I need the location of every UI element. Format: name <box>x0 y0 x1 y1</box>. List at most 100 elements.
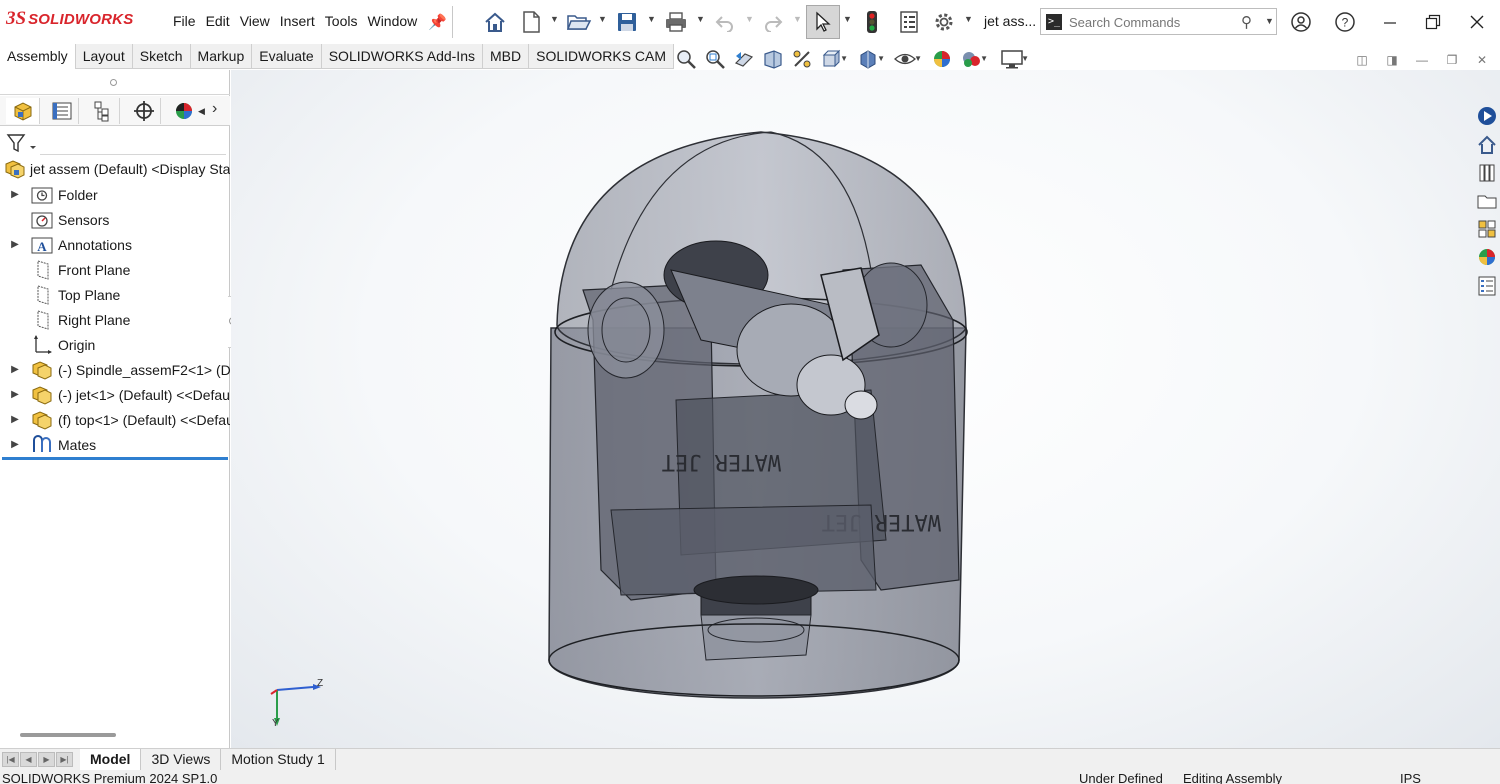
configuration-manager-tab-icon[interactable] <box>86 98 120 124</box>
hide-show-items-icon[interactable]: ▼ <box>891 46 922 72</box>
close-window-icon[interactable] <box>1462 8 1492 36</box>
home-icon[interactable] <box>481 8 509 36</box>
search-icon[interactable]: ⚲ <box>1241 13 1252 31</box>
tree-item-right-plane[interactable]: Right Plane <box>0 307 230 332</box>
assembly-model-render[interactable]: WATER JET WATER JET <box>231 70 1500 748</box>
display-style-icon[interactable]: ▼ <box>854 46 885 72</box>
expand-arrow-icon[interactable]: ▶ <box>0 389 30 400</box>
file-properties-icon[interactable] <box>895 8 923 36</box>
tabs-scroll-left-icon[interactable]: ◀ <box>198 106 205 117</box>
menu-view[interactable]: View <box>235 13 275 29</box>
tab-3d-views[interactable]: 3D Views <box>141 749 222 770</box>
tree-item-folder[interactable]: ▶ Folder <box>0 182 230 207</box>
search-commands-box[interactable]: >_ ⚲ ▼ <box>1040 8 1277 35</box>
expand-arrow-icon[interactable]: ▶ <box>0 364 30 375</box>
menu-tools[interactable]: Tools <box>320 13 363 29</box>
zoom-to-fit-icon[interactable] <box>672 46 699 72</box>
tab-sketch[interactable]: Sketch <box>133 44 191 69</box>
section-view-icon[interactable] <box>759 46 786 72</box>
task-pane-home-icon[interactable] <box>1475 133 1499 157</box>
tab-markup[interactable]: Markup <box>191 44 253 69</box>
viewport-close-icon[interactable]: ✕ <box>1470 50 1494 70</box>
tab-model[interactable]: Model <box>80 749 142 770</box>
tree-item-mates[interactable]: ▶ Mates <box>0 432 230 457</box>
display-manager-tab-icon[interactable] <box>167 98 201 124</box>
view-settings-monitor-icon[interactable]: ▼ <box>998 46 1029 72</box>
tree-item-annotations[interactable]: ▶ A Annotations <box>0 232 230 257</box>
minimize-window-icon[interactable] <box>1375 8 1405 36</box>
view-palette-icon[interactable] <box>1475 217 1499 241</box>
help-icon[interactable]: ? <box>1330 8 1360 36</box>
tab-motion-study-1[interactable]: Motion Study 1 <box>221 749 336 770</box>
menu-insert[interactable]: Insert <box>275 13 320 29</box>
edit-appearance-icon[interactable] <box>928 46 955 72</box>
tree-item-front-plane[interactable]: Front Plane <box>0 257 230 282</box>
last-tab-icon[interactable]: ▶| <box>56 752 73 767</box>
tree-item-top[interactable]: ▶ (f) top<1> (Default) <<Default> <box>0 407 230 432</box>
view-orientation-icon[interactable]: ▼ <box>817 46 848 72</box>
feature-manager-tab-icon[interactable] <box>6 98 40 124</box>
new-dropdown-icon[interactable]: ▼ <box>550 14 559 24</box>
property-manager-tab-icon[interactable] <box>45 98 79 124</box>
redo-icon[interactable] <box>759 8 787 36</box>
undo-icon[interactable] <box>711 8 739 36</box>
tab-solidworks-add-ins[interactable]: SOLIDWORKS Add-Ins <box>322 44 483 69</box>
previous-view-icon[interactable] <box>730 46 757 72</box>
first-tab-icon[interactable]: |◀ <box>2 752 19 767</box>
print-icon[interactable] <box>662 8 690 36</box>
tree-item-jet[interactable]: ▶ (-) jet<1> (Default) <<Default> <box>0 382 230 407</box>
file-explorer-icon[interactable] <box>1475 189 1499 213</box>
tab-layout[interactable]: Layout <box>76 44 133 69</box>
zoom-to-area-icon[interactable] <box>701 46 728 72</box>
tab-solidworks-cam[interactable]: SOLIDWORKS CAM <box>529 44 675 69</box>
expand-arrow-icon[interactable]: ▶ <box>0 239 30 250</box>
expand-arrow-icon[interactable]: ▶ <box>0 439 30 450</box>
panel-grip[interactable] <box>0 70 230 95</box>
options-dropdown-icon[interactable]: ▼ <box>964 14 973 24</box>
solidworks-resources-icon[interactable] <box>1475 104 1499 128</box>
expand-arrow-icon[interactable]: ▶ <box>0 189 30 200</box>
dimxpert-manager-tab-icon[interactable] <box>127 98 161 124</box>
tree-item-sensors[interactable]: Sensors <box>0 207 230 232</box>
options-gear-icon[interactable] <box>930 8 958 36</box>
tree-item-spindle-assem[interactable]: ▶ (-) Spindle_assemF2<1> (Default) <box>0 357 230 382</box>
select-pointer-icon[interactable] <box>806 5 840 39</box>
tree-item-origin[interactable]: Origin <box>0 332 230 357</box>
custom-properties-icon[interactable] <box>1475 274 1499 298</box>
save-dropdown-icon[interactable]: ▼ <box>647 14 656 24</box>
open-folder-icon[interactable] <box>565 8 593 36</box>
rebuild-traffic-light-icon[interactable] <box>858 8 886 36</box>
print-dropdown-icon[interactable]: ▼ <box>696 14 705 24</box>
tree-filter-icon[interactable] <box>6 132 36 157</box>
next-tab-icon[interactable]: ▶ <box>38 752 55 767</box>
horizontal-scrollbar[interactable] <box>20 733 116 737</box>
solidworks-logo[interactable]: 3S SOLIDWORKS <box>6 8 133 30</box>
tab-mbd[interactable]: MBD <box>483 44 530 69</box>
open-dropdown-icon[interactable]: ▼ <box>598 14 607 24</box>
search-input[interactable] <box>1069 13 1239 31</box>
tab-evaluate[interactable]: Evaluate <box>252 44 322 69</box>
new-document-icon[interactable] <box>517 8 545 36</box>
tree-item-top-plane[interactable]: Top Plane <box>0 282 230 307</box>
menu-edit[interactable]: Edit <box>201 13 235 29</box>
undo-dropdown-icon[interactable]: ▼ <box>745 14 754 24</box>
select-dropdown-icon[interactable]: ▼ <box>843 14 852 24</box>
split-left-icon[interactable]: ◫ <box>1350 50 1374 70</box>
dynamic-annotation-views-icon[interactable] <box>788 46 815 72</box>
apply-scene-icon[interactable]: ▼ <box>957 46 988 72</box>
restore-window-icon[interactable] <box>1418 8 1448 36</box>
tree-root-assembly[interactable]: jet assem (Default) <Display State-1> <box>4 157 230 181</box>
pin-menu-icon[interactable]: 📌 <box>428 13 447 31</box>
design-library-icon[interactable] <box>1475 161 1499 185</box>
expand-arrow-icon[interactable]: ▶ <box>0 414 30 425</box>
redo-dropdown-icon[interactable]: ▼ <box>793 14 802 24</box>
save-icon[interactable] <box>613 8 641 36</box>
viewport-restore-icon[interactable]: ❐ <box>1440 50 1464 70</box>
tabs-scroll-right-icon[interactable]: › <box>212 100 217 118</box>
menu-window[interactable]: Window <box>362 13 422 29</box>
previous-tab-icon[interactable]: ◀ <box>20 752 37 767</box>
appearances-scenes-icon[interactable] <box>1475 245 1499 269</box>
graphics-viewport[interactable]: WATER JET WATER JET Z Y <box>231 70 1500 748</box>
menu-file[interactable]: File <box>168 13 201 29</box>
tab-assembly[interactable]: Assembly <box>0 44 76 69</box>
